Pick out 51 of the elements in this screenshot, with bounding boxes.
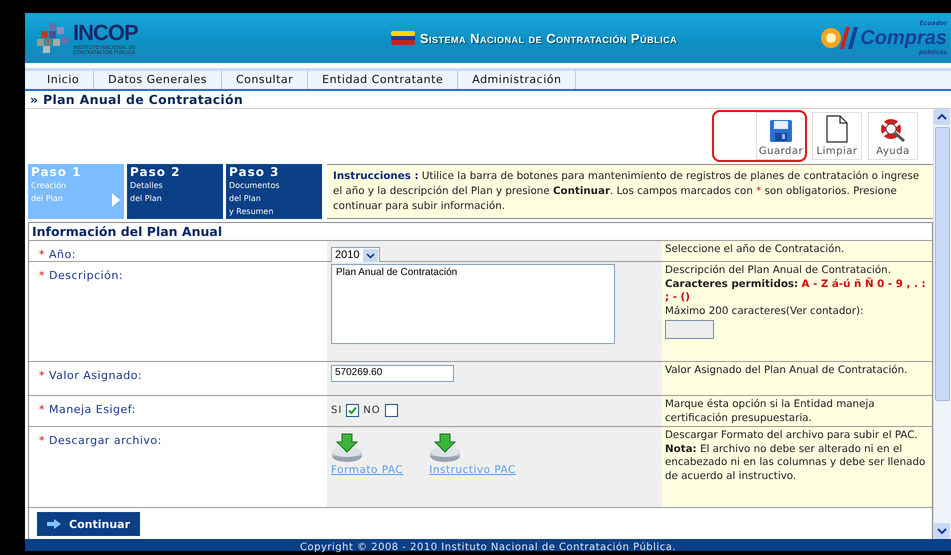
checkbox[interactable] [384, 404, 398, 417]
field-label: * Maneja Esigef: [39, 403, 136, 416]
lifebuoy-icon [879, 117, 907, 143]
option-label: NO [363, 405, 381, 416]
logo-text: INCOP [73, 20, 138, 45]
download-drive-icon [331, 433, 365, 463]
checkbox[interactable] [346, 404, 360, 417]
character-counter-field [665, 320, 714, 339]
nav-tab[interactable]: Administración [458, 71, 576, 89]
option-label: SI [331, 405, 342, 416]
help-text: Descripción del Plan Anual de Contratación. [665, 264, 892, 278]
scroll-thumb[interactable] [935, 127, 950, 401]
blank-page-icon [826, 115, 848, 143]
value-field[interactable]: 570269.60 [331, 365, 454, 382]
instructions-text: Instrucciones : Utilice la barra de botones para mantenimiento de registros de planes de contratación o ingrese el año y la descripción del Plan y presione Continuar. Los campos marcados con * son obligatorios. Presione continuar para subir información. [333, 169, 920, 214]
allowed-characters: Caracteres permitidos: A - Z á-ú ñ Ñ 0 - 9 , . : ; - () [665, 278, 927, 304]
step-tab[interactable]: Paso 3 Documentos del Plan y Resumen [226, 164, 322, 219]
copyright-text: Copyright © 2008 - 2010 Instituto Nacional de Contratación Pública. [300, 542, 676, 553]
logo-icon [37, 23, 71, 53]
toolbar-button[interactable]: Ayuda [868, 112, 918, 160]
help-text: Seleccione el año de Contratación. [665, 243, 846, 256]
scroll-up-icon[interactable] [934, 109, 950, 125]
nav-tab[interactable]: Consultar [222, 71, 308, 89]
brand-logo-icon [820, 25, 860, 51]
nav-tab[interactable]: Datos Generales [94, 71, 222, 89]
arrow-icon [112, 193, 120, 207]
help-text: Máximo 200 caracteres(Ver contador): [665, 304, 864, 318]
toolbar-button[interactable]: Guardar [756, 112, 806, 160]
help-text: Descargar Formato del archivo para subir el PAC. [665, 429, 919, 442]
flag-icon [390, 31, 415, 45]
floppy-icon [769, 119, 793, 143]
page-title: » Plan Anual de Contratación [25, 91, 951, 109]
year-dropdown[interactable]: 2010 [331, 246, 380, 264]
scrollbar[interactable] [933, 109, 951, 539]
field-label: * Descargar archivo: [39, 434, 162, 447]
nav-tab[interactable]: Entidad Contratante [308, 71, 458, 89]
site-title: Sistema Nacional de Contratación Pública [420, 30, 678, 46]
help-text: Nota: El archivo no debe ser alterado ni en el encabezado ni en las columnas y debe ser llenado de acuerdo al instructivo. [665, 442, 926, 483]
nav-tab[interactable]: Inicio [33, 71, 94, 89]
help-text: Valor Asignado del Plan Anual de Contratación. [665, 364, 908, 378]
field-label: * Descripción: [39, 269, 124, 282]
description-field[interactable]: Plan Anual de Contratación [331, 264, 615, 344]
step-tab[interactable]: Paso 2 Detalles del Plan [127, 164, 223, 219]
help-text: Marque ésta opción si la Entidad maneja certificación presupuestaria. [665, 398, 876, 425]
scroll-down-icon[interactable] [934, 523, 950, 539]
arrow-icon [47, 519, 61, 529]
field-label: * Valor Asignado: [39, 369, 142, 382]
brand-name: Compras [860, 26, 947, 49]
continue-button[interactable]: Continuar [37, 512, 140, 536]
toolbar-button[interactable]: Limpiar [812, 112, 862, 160]
field-label: * Año: [39, 248, 76, 261]
